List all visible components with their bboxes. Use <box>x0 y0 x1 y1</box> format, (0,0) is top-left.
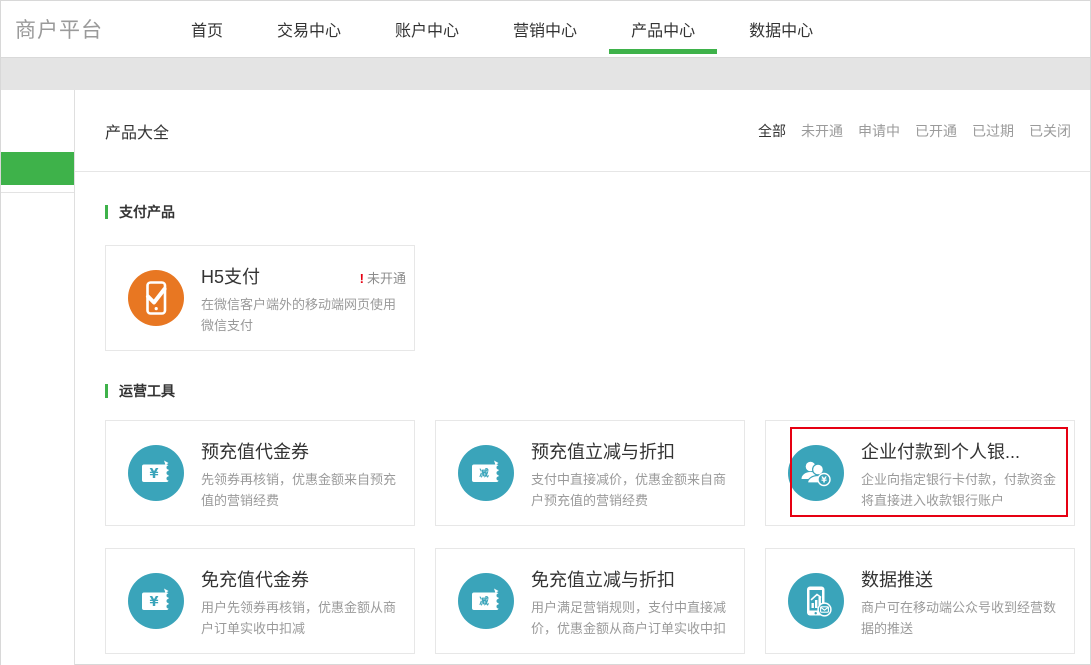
section-title: 支付产品 <box>119 202 175 222</box>
sidebar-divider <box>1 192 74 193</box>
product-card-desc: 用户先领券再核销，优惠金额从商户订单实收中扣减 <box>201 597 406 639</box>
section-payment-products: 支付产品 H5支付 在微信客户端外的移动端网页使用微信支付 !未开通 <box>105 202 1090 351</box>
status-label: 未开通 <box>367 271 406 286</box>
product-card-h5-pay[interactable]: H5支付 在微信客户端外的移动端网页使用微信支付 !未开通 <box>105 245 415 351</box>
alert-exclamation-icon: ! <box>360 271 364 286</box>
nav-item-product-center[interactable]: 产品中心 <box>609 1 717 57</box>
section-header: 运营工具 <box>105 381 1090 401</box>
product-card-desc: 企业向指定银行卡付款，付款资金将直接进入收款银行账户 <box>861 469 1066 511</box>
coupon-yuan-icon: ¥ <box>128 573 184 629</box>
product-card-title: 数据推送 <box>861 568 1059 593</box>
nav-item-data-center[interactable]: 数据中心 <box>727 1 835 57</box>
top-nav: 商户平台 首页 交易中心 账户中心 营销中心 产品中心 数据中心 <box>1 1 1090 57</box>
status-filters: 全部 未开通 申请中 已开通 已过期 已关闭 <box>758 121 1071 141</box>
product-card-title: 免充值代金券 <box>201 568 399 593</box>
sidebar <box>1 90 75 665</box>
section-header: 支付产品 <box>105 202 1090 222</box>
nav-item-home[interactable]: 首页 <box>169 1 245 57</box>
phone-check-icon <box>128 270 184 326</box>
product-card-enterprise-payment[interactable]: ¥ 企业付款到个人银... 企业向指定银行卡付款，付款资金将直接进入收款银行账户 <box>765 420 1075 526</box>
section-title: 运营工具 <box>119 381 175 401</box>
product-card-data-push[interactable]: 数据推送 商户可在移动端公众号收到经营数据的推送 <box>765 548 1075 654</box>
nav-item-account-center[interactable]: 账户中心 <box>373 1 481 57</box>
logo[interactable]: 商户平台 <box>15 1 103 57</box>
nav-item-label: 营销中心 <box>513 17 577 41</box>
nav-item-label: 交易中心 <box>277 17 341 41</box>
page-title: 产品大全 <box>105 119 169 143</box>
filter-not-activated[interactable]: 未开通 <box>801 121 843 141</box>
coupon-discount-icon: 减 <box>458 573 514 629</box>
product-card-desc: 在微信客户端外的移动端网页使用微信支付 <box>201 294 406 336</box>
section-marker-bar <box>105 384 108 398</box>
filter-all[interactable]: 全部 <box>758 121 786 141</box>
nav-item-label: 产品中心 <box>631 17 695 41</box>
product-card-free-voucher[interactable]: ¥ 免充值代金券 用户先领券再核销，优惠金额从商户订单实收中扣减 <box>105 548 415 654</box>
filter-closed[interactable]: 已关闭 <box>1029 121 1071 141</box>
product-card-desc: 支付中直接减价，优惠金额来自商户预充值的营销经费 <box>531 469 736 511</box>
filter-activated[interactable]: 已开通 <box>915 121 957 141</box>
section-marker-bar <box>105 205 108 219</box>
product-card-title: 企业付款到个人银... <box>861 440 1059 465</box>
product-card-title: 免充值立减与折扣 <box>531 568 729 593</box>
nav-item-label: 首页 <box>191 17 223 41</box>
svg-text:¥: ¥ <box>149 467 158 482</box>
product-card-free-discount[interactable]: 减 免充值立减与折扣 用户满足营销规则，支付中直接减价，优惠金额从商户订单实收中… <box>435 548 745 654</box>
main-nav: 首页 交易中心 账户中心 营销中心 产品中心 数据中心 <box>169 1 835 57</box>
status-badge: !未开通 <box>360 268 406 287</box>
product-card-prepaid-discount[interactable]: 减 预充值立减与折扣 支付中直接减价，优惠金额来自商户预充值的营销经费 <box>435 420 745 526</box>
people-payment-icon: ¥ <box>788 445 844 501</box>
product-card-title: 预充值代金券 <box>201 440 399 465</box>
nav-item-label: 账户中心 <box>395 17 459 41</box>
breadcrumb-bar <box>1 57 1090 90</box>
product-card-title: 预充值立减与折扣 <box>531 440 729 465</box>
nav-item-label: 数据中心 <box>749 17 813 41</box>
svg-text:减: 减 <box>479 468 489 480</box>
nav-item-trade-center[interactable]: 交易中心 <box>255 1 363 57</box>
coupon-discount-icon: 减 <box>458 445 514 501</box>
filter-expired[interactable]: 已过期 <box>972 121 1014 141</box>
product-card-prepaid-voucher[interactable]: ¥ 预充值代金券 先领券再核销，优惠金额来自预充值的营销经费 <box>105 420 415 526</box>
page-header: 产品大全 全部 未开通 申请中 已开通 已过期 已关闭 <box>75 90 1090 172</box>
svg-text:减: 减 <box>479 596 489 608</box>
product-card-desc: 先领券再核销，优惠金额来自预充值的营销经费 <box>201 469 406 511</box>
nav-item-marketing-center[interactable]: 营销中心 <box>491 1 599 57</box>
filter-applying[interactable]: 申请中 <box>858 121 900 141</box>
data-push-icon <box>788 573 844 629</box>
product-card-desc: 用户满足营销规则，支付中直接减价，优惠金额从商户订单实收中扣 <box>531 597 736 639</box>
svg-text:¥: ¥ <box>821 476 827 485</box>
coupon-yuan-icon: ¥ <box>128 445 184 501</box>
sidebar-active-item[interactable] <box>1 152 74 185</box>
section-operation-tools: 运营工具 ¥ 预充值代金券 先领券再核销，优惠金额来自预充值的营销经费 <box>105 381 1090 654</box>
svg-text:¥: ¥ <box>149 595 158 610</box>
product-card-desc: 商户可在移动端公众号收到经营数据的推送 <box>861 597 1066 639</box>
